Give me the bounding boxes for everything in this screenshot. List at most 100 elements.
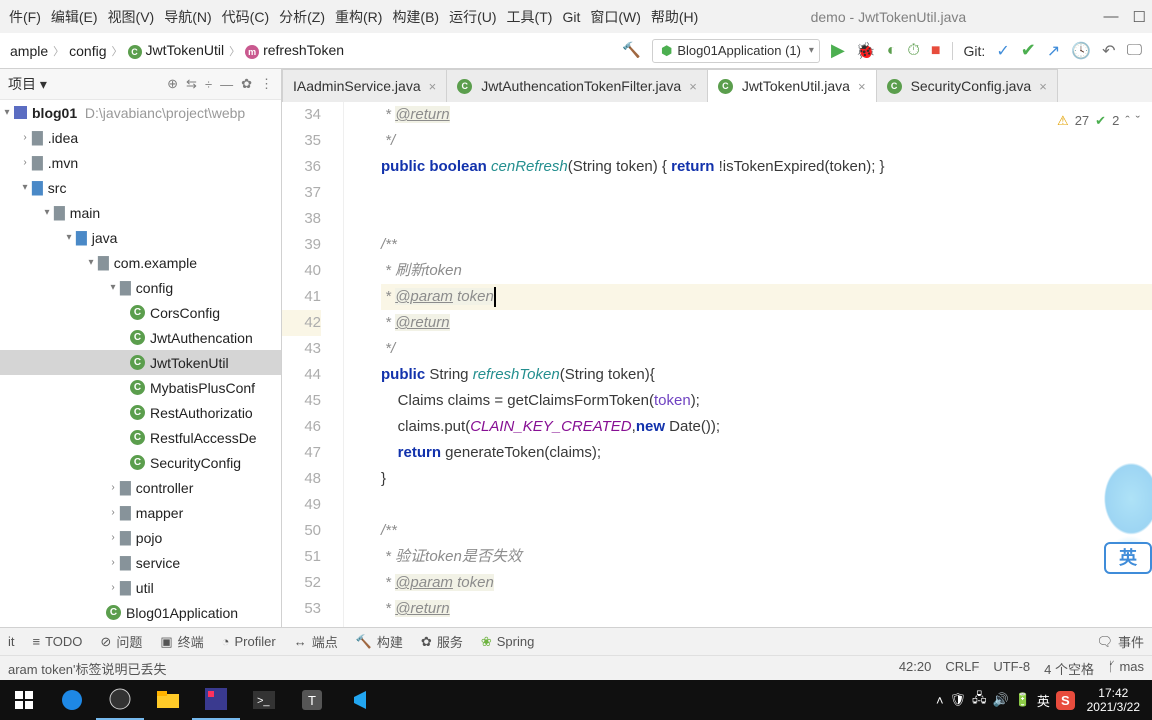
- menu-window[interactable]: 窗口(W): [585, 3, 646, 31]
- tray-defender-icon[interactable]: 🛡: [950, 692, 967, 708]
- assistant-badge[interactable]: 英: [1104, 542, 1152, 574]
- project-tree[interactable]: ▾blog01 D:\javabianc\project\webp ›▇.ide…: [0, 100, 281, 627]
- crumb-method[interactable]: mrefreshToken: [245, 42, 344, 59]
- tree-item-app[interactable]: CBlog01Application: [0, 600, 281, 625]
- class-icon: C: [106, 605, 121, 620]
- close-icon[interactable]: ×: [1039, 79, 1047, 94]
- tab-security[interactable]: CSecurityConfig.java×: [876, 69, 1058, 102]
- settings-icon[interactable]: ✿: [241, 76, 252, 92]
- tab-iadmin[interactable]: IAadminService.java×: [282, 69, 447, 102]
- status-bar: aram token'标签说明已丢失 42:20 CRLF UTF-8 4 个空…: [0, 655, 1152, 680]
- taskbar-terminal[interactable]: >_: [240, 680, 288, 720]
- menu-refactor[interactable]: 重构(R): [330, 3, 387, 31]
- tray-battery-icon[interactable]: 🔋: [1015, 692, 1031, 708]
- tray-ime[interactable]: S: [1056, 691, 1075, 710]
- tool-todo[interactable]: ≡TODO: [33, 634, 83, 649]
- close-icon[interactable]: ×: [689, 79, 697, 94]
- line-gutter[interactable]: 3435363738394041424344454647484950515253…: [282, 102, 344, 627]
- tool-profiler[interactable]: ◔Profiler: [222, 634, 276, 649]
- menu-file[interactable]: 件(F): [4, 3, 46, 31]
- select-opened-icon[interactable]: ⊕: [167, 76, 178, 92]
- tray-up-icon[interactable]: ˄: [936, 693, 944, 708]
- git-push-icon[interactable]: ↗: [1047, 41, 1060, 61]
- debug-icon[interactable]: 🐞: [856, 41, 876, 61]
- tool-terminal[interactable]: ▣终端: [160, 632, 203, 651]
- menu-tools[interactable]: 工具(T): [502, 3, 558, 31]
- crumb-config[interactable]: config: [69, 43, 106, 59]
- status-branch[interactable]: ᚶ mas: [1108, 659, 1144, 678]
- tree-item-cors[interactable]: CCorsConfig: [0, 300, 281, 325]
- tree-item-mybatis[interactable]: CMybatisPlusConf: [0, 375, 281, 400]
- tree-item-jwttoken[interactable]: CJwtTokenUtil: [0, 350, 281, 375]
- git-rollback-icon[interactable]: ↶: [1102, 41, 1115, 61]
- taskbar-app[interactable]: T: [288, 680, 336, 720]
- tool-problems[interactable]: ⊘问题: [100, 632, 142, 651]
- status-encoding[interactable]: UTF-8: [993, 659, 1030, 678]
- taskbar-explorer[interactable]: [144, 680, 192, 720]
- tray-volume-icon[interactable]: 🔊: [993, 692, 1009, 708]
- menu-analyze[interactable]: 分析(Z): [274, 3, 330, 31]
- breadcrumb: ample 〉 config 〉 CJwtTokenUtil 〉 mrefres…: [0, 42, 354, 59]
- hide-icon[interactable]: —: [220, 77, 233, 92]
- menu-code[interactable]: 代码(C): [217, 3, 274, 31]
- class-icon: C: [130, 380, 145, 395]
- coverage-icon[interactable]: ◐: [887, 42, 897, 60]
- maximize-icon[interactable]: ☐: [1133, 8, 1146, 26]
- taskbar-edge[interactable]: [48, 680, 96, 720]
- run-config-selector[interactable]: ⬢Blog01Application (1): [652, 39, 820, 63]
- git-history-icon[interactable]: 🕓: [1071, 41, 1091, 61]
- tray-network-icon[interactable]: 🖧: [972, 689, 987, 711]
- profile-icon[interactable]: ⏱: [907, 42, 919, 60]
- menu-edit[interactable]: 编辑(E): [46, 3, 103, 31]
- stop-icon[interactable]: ■: [931, 42, 941, 60]
- tray-clock[interactable]: 17:422021/3/22: [1081, 686, 1146, 714]
- tool-services[interactable]: ✿服务: [421, 632, 463, 651]
- project-title[interactable]: 项目 ▾: [8, 74, 159, 94]
- expand-all-icon[interactable]: ⇆: [186, 76, 197, 92]
- code-editor[interactable]: * @return */public boolean cenRefresh(St…: [359, 102, 1152, 627]
- run-icon[interactable]: ▶: [831, 40, 845, 61]
- close-icon[interactable]: ×: [858, 79, 866, 94]
- menu-build[interactable]: 构建(B): [387, 3, 444, 31]
- start-button[interactable]: [0, 680, 48, 720]
- tool-spring[interactable]: ❀Spring: [481, 634, 534, 650]
- git-update-icon[interactable]: ✓: [996, 41, 1009, 61]
- git-commit-icon[interactable]: ✔: [1021, 40, 1036, 61]
- chevron-up-icon[interactable]: ˆ: [1125, 108, 1129, 134]
- class-icon: C: [130, 430, 145, 445]
- menu-git[interactable]: Git: [557, 5, 585, 29]
- tree-item-jwtauth[interactable]: CJwtAuthencation: [0, 325, 281, 350]
- crumb-class[interactable]: CJwtTokenUtil: [128, 42, 225, 59]
- close-icon[interactable]: ×: [429, 79, 437, 94]
- menu-run[interactable]: 运行(U): [444, 3, 501, 31]
- status-indent[interactable]: 4 个空格: [1044, 659, 1094, 678]
- tray-lang[interactable]: 英: [1037, 691, 1050, 710]
- crumb-example[interactable]: ample: [10, 43, 48, 59]
- menu-view[interactable]: 视图(V): [103, 3, 160, 31]
- status-position[interactable]: 42:20: [899, 659, 932, 678]
- collapse-all-icon[interactable]: ÷: [205, 77, 212, 92]
- tool-events[interactable]: 🗨事件: [1096, 632, 1144, 651]
- tab-jwtauth[interactable]: CJwtAuthencationTokenFilter.java×: [446, 69, 708, 102]
- tool-git[interactable]: it: [8, 634, 15, 649]
- folder-icon: ▇: [32, 179, 43, 196]
- tree-item-security[interactable]: CSecurityConfig: [0, 450, 281, 475]
- ok-icon: ✔: [1095, 108, 1106, 134]
- taskbar-intellij[interactable]: [192, 680, 240, 720]
- more-icon[interactable]: ⋮: [260, 76, 273, 92]
- menu-help[interactable]: 帮助(H): [646, 3, 703, 31]
- tool-endpoints[interactable]: ↔端点: [294, 632, 338, 651]
- tree-item-restauth[interactable]: CRestAuthorizatio: [0, 400, 281, 425]
- status-eol[interactable]: CRLF: [945, 659, 979, 678]
- chevron-down-icon[interactable]: ˇ: [1136, 108, 1140, 134]
- build-icon[interactable]: [622, 41, 641, 60]
- taskbar-vscode[interactable]: [336, 680, 384, 720]
- taskbar-obs[interactable]: [96, 680, 144, 720]
- minimize-icon[interactable]: ―: [1104, 8, 1119, 26]
- search-everywhere-icon[interactable]: 🖵: [1127, 42, 1142, 60]
- tree-item-restful[interactable]: CRestfulAccessDe: [0, 425, 281, 450]
- tab-jwttoken[interactable]: CJwtTokenUtil.java×: [707, 69, 877, 102]
- tool-build[interactable]: 🔨构建: [356, 632, 403, 651]
- inspections-widget[interactable]: ⚠27 ✔2 ˆˇ: [1057, 108, 1140, 134]
- menu-nav[interactable]: 导航(N): [159, 3, 216, 31]
